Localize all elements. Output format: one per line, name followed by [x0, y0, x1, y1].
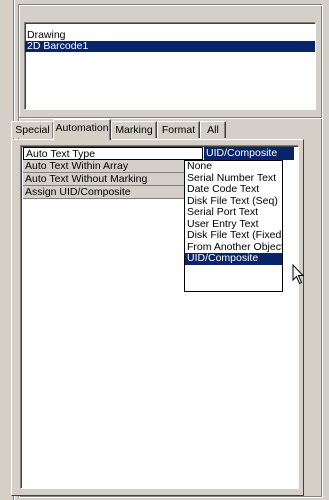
dropdown-option-uid-composite[interactable]: UID/Composite: [185, 253, 282, 265]
mouse-pointer-icon: [292, 264, 305, 285]
property-auto-text-within-array[interactable]: Auto Text Within Array: [23, 160, 203, 173]
tab-all[interactable]: All: [200, 121, 226, 138]
tab-automation[interactable]: Automation: [53, 119, 111, 140]
dropdown-option-from-another-object[interactable]: From Another Object: [185, 242, 282, 254]
dropdown-option-date-code-text[interactable]: Date Code Text: [185, 184, 282, 196]
window: Drawing 2D Barcode1 Special Automation M…: [0, 0, 329, 500]
auto-text-type-dropdown-list[interactable]: None Serial Number Text Date Code Text D…: [184, 160, 283, 292]
property-auto-text-type[interactable]: Auto Text Type: [23, 147, 203, 160]
property-assign-uid-composite[interactable]: Assign UID/Composite: [23, 186, 203, 199]
property-auto-text-without-marking[interactable]: Auto Text Without Marking: [23, 173, 203, 186]
tab-format[interactable]: Format: [157, 121, 200, 138]
dropdown-option-serial-number-text[interactable]: Serial Number Text: [185, 173, 282, 185]
tab-special[interactable]: Special: [11, 121, 54, 138]
dropdown-option-user-entry-text[interactable]: User Entry Text: [185, 219, 282, 231]
dropdown-option-disk-file-text-fixed[interactable]: Disk File Text (Fixed): [185, 230, 282, 242]
object-list[interactable]: Drawing 2D Barcode1: [24, 22, 316, 110]
property-auto-text-type-value[interactable]: UID/Composite: [204, 147, 294, 160]
tab-marking[interactable]: Marking: [111, 121, 157, 138]
dropdown-option-serial-port-text[interactable]: Serial Port Text: [185, 207, 282, 219]
object-list-item-2d-barcode1[interactable]: 2D Barcode1: [25, 41, 315, 52]
dropdown-option-none[interactable]: None: [185, 161, 282, 173]
dropdown-option-disk-file-text-seq[interactable]: Disk File Text (Seq): [185, 196, 282, 208]
